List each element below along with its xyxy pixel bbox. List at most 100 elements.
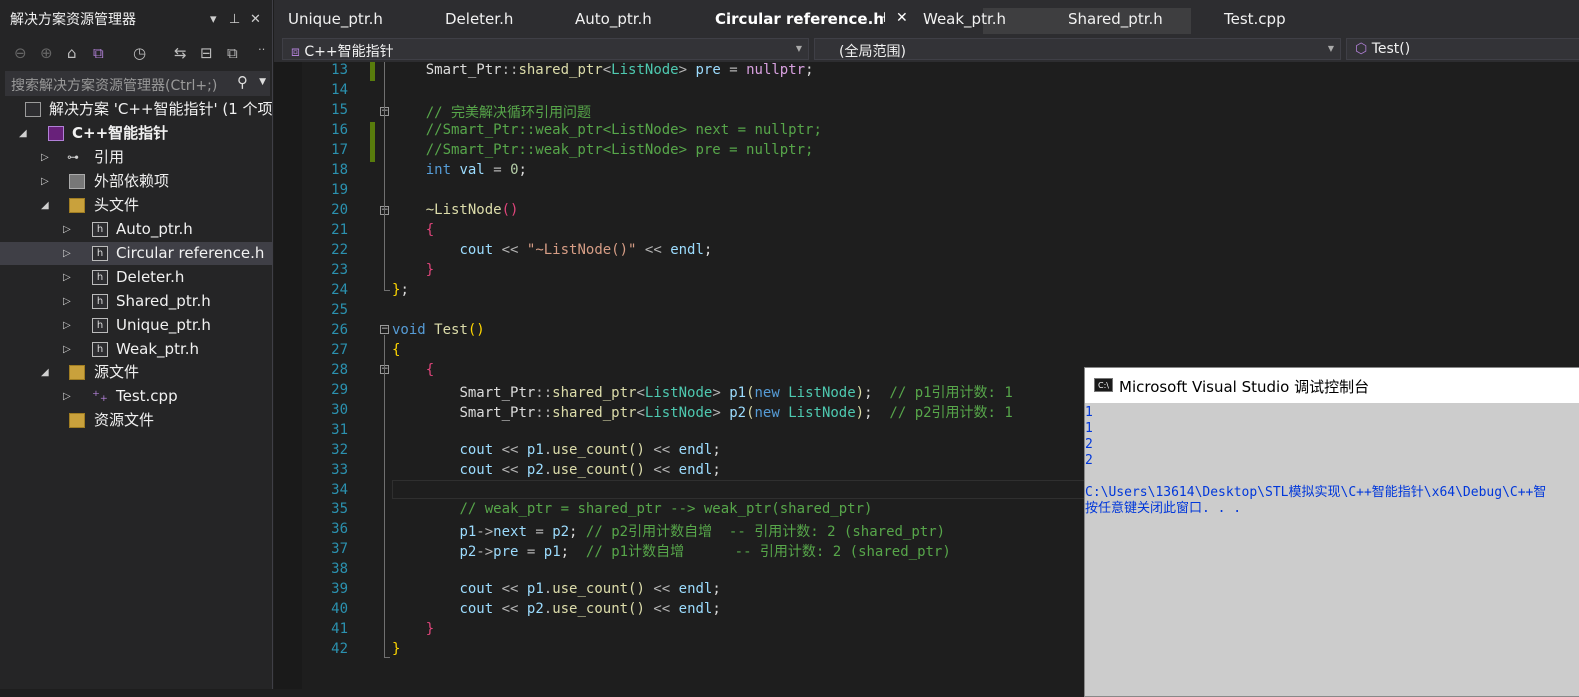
change-indicator (370, 62, 375, 81)
collapsed-arrow-icon[interactable]: ▷ (41, 146, 49, 169)
expanded-arrow-icon[interactable]: ◢ (19, 122, 27, 145)
tab-circular-reference[interactable]: Circular reference.h (715, 10, 884, 28)
show-all-files-icon[interactable]: ⧉ (227, 44, 238, 62)
console-output: 1122 C:\Users\13614\Desktop\STL模拟实现\C++智… (1085, 403, 1579, 517)
tree-sources-folder[interactable]: ◢ 源文件 (0, 361, 272, 384)
file-label: Deleter.h (116, 268, 185, 286)
pending-changes-icon[interactable]: ◷ (133, 44, 146, 62)
collapsed-arrow-icon[interactable]: ▷ (63, 314, 71, 337)
code-line-36: p1->next = p2; // p2引用计数自增 -- 引用计数: 2 (s… (459, 524, 946, 540)
collapsed-arrow-icon[interactable]: ▷ (41, 170, 49, 193)
project-icon (48, 126, 64, 141)
close-tab-icon[interactable]: ✕ (896, 10, 908, 26)
line-number: 19 (331, 182, 348, 198)
tree-solution[interactable]: 解决方案 'C++智能指针' (1 个项目 (0, 98, 288, 121)
project-dropdown[interactable]: ⧈ C++智能指针 ▼ (282, 38, 809, 60)
expanded-arrow-icon[interactable]: ◢ (41, 194, 49, 217)
line-number: 37 (331, 541, 348, 557)
tab-weak-ptr[interactable]: Weak_ptr.h (923, 10, 1006, 28)
tab-deleter[interactable]: Deleter.h (445, 10, 513, 28)
line-number: 21 (331, 222, 348, 238)
line-number: 41 (331, 621, 348, 637)
member-dropdown[interactable]: ⬡ Test() (1346, 38, 1579, 60)
console-line: 1 (1085, 421, 1093, 436)
solution-explorer-toolbar: ⊖ ⊕ ⌂ ⧉ ◷ ⇆ ⊟ ⧉ ‥ (0, 40, 272, 68)
code-line-28: { (425, 362, 435, 378)
tab-test-cpp[interactable]: Test.cpp (1224, 10, 1286, 28)
header-file-icon: h (92, 294, 108, 309)
back-icon[interactable]: ⊖ (14, 44, 27, 62)
code-line-41: } (425, 621, 435, 637)
tree-file-item[interactable]: ▷ ⁺₊ Test.cpp (0, 385, 272, 408)
references-icon: ⊶ (67, 150, 79, 164)
switch-views-icon[interactable]: ⧉ (93, 44, 104, 62)
tree-file-item[interactable]: ▷ h Shared_ptr.h (0, 290, 272, 313)
file-label: Circular reference.h (116, 244, 265, 262)
file-label: Test.cpp (116, 387, 178, 405)
collapse-all-icon[interactable]: ⊟ (200, 44, 213, 62)
header-file-icon: h (92, 342, 108, 357)
solution-icon (25, 102, 41, 117)
solution-explorer-header: 解决方案资源管理器 ▾ ⊥ ✕ (0, 0, 272, 40)
code-line-29: Smart_Ptr::shared_ptr<ListNode> p1(new L… (459, 385, 1013, 401)
pin-tab-icon[interactable]: ⊣ (874, 10, 886, 26)
solution-label: 解决方案 'C++智能指针' (1 个项目 (49, 100, 288, 118)
tree-file-item[interactable]: ▷ h Auto_ptr.h (0, 218, 272, 241)
tree-file-item[interactable]: ▷ h Weak_ptr.h (0, 338, 272, 361)
document-tabs: Unique_ptr.h Deleter.h Auto_ptr.h Circul… (274, 0, 1579, 38)
solution-search-box[interactable]: 搜索解决方案资源管理器(Ctrl+;) ⚲ ▼ (5, 71, 270, 96)
tree-file-item[interactable]: ▷ h Deleter.h (0, 266, 272, 289)
references-label: 引用 (94, 148, 125, 166)
more-icon[interactable]: ‥ (258, 40, 265, 53)
collapsed-arrow-icon[interactable]: ▷ (63, 338, 71, 361)
scope-dropdown[interactable]: (全局范围) ▼ (814, 38, 1341, 60)
tree-external-deps[interactable]: ▷ 外部依赖项 (0, 170, 272, 193)
debug-console-window[interactable]: C:\ Microsoft Visual Studio 调试控制台 1122 C… (1084, 367, 1579, 697)
code-line-26: void Test() (392, 322, 485, 338)
code-line-37: p2->pre = p1; // p1计数自增 -- 引用计数: 2 (shar… (459, 544, 951, 560)
comment-30: // p2引用计数: 1 (889, 405, 1013, 421)
tree-file-item[interactable]: ▷ h Unique_ptr.h (0, 314, 272, 337)
line-number: 36 (331, 521, 348, 537)
code-line-32: cout << p1.use_count() << endl; (459, 442, 721, 458)
tab-auto-ptr[interactable]: Auto_ptr.h (575, 10, 652, 28)
comment-35: // weak_ptr = shared_ptr --> weak_ptr(sh… (459, 501, 873, 517)
header-file-icon: h (92, 246, 108, 261)
fold-toggle-icon[interactable]: − (380, 325, 389, 334)
collapsed-arrow-icon[interactable]: ▷ (63, 290, 71, 313)
tree-project[interactable]: ◢ C++智能指针 (0, 122, 272, 145)
forward-icon[interactable]: ⊕ (40, 44, 53, 62)
console-title-bar[interactable]: C:\ Microsoft Visual Studio 调试控制台 (1085, 368, 1579, 403)
pin-icon[interactable]: ⊥ (229, 0, 240, 40)
collapsed-arrow-icon[interactable]: ▷ (63, 242, 71, 265)
code-line-23: } (425, 262, 435, 278)
collapsed-arrow-icon[interactable]: ▷ (63, 218, 71, 241)
dropdown-icon[interactable]: ▾ (210, 0, 217, 40)
search-options-icon[interactable]: ▼ (259, 77, 266, 87)
code-line-17: //Smart_Ptr::weak_ptr<ListNode> pre = nu… (392, 142, 814, 158)
expanded-arrow-icon[interactable]: ◢ (41, 361, 49, 384)
sync-icon[interactable]: ⇆ (174, 44, 187, 62)
tree-file-item-selected[interactable]: ▷ h Circular reference.h (0, 242, 272, 265)
search-icon[interactable]: ⚲ (237, 73, 248, 91)
collapsed-arrow-icon[interactable]: ▷ (63, 385, 71, 408)
current-line-highlight (392, 480, 1092, 499)
file-label: Shared_ptr.h (116, 292, 211, 310)
collapsed-arrow-icon[interactable]: ▷ (63, 266, 71, 289)
tree-references[interactable]: ▷ ⊶ 引用 (0, 146, 272, 169)
line-number: 23 (331, 262, 348, 278)
console-title: Microsoft Visual Studio 调试控制台 (1119, 378, 1370, 396)
project-dropdown-label: ⧈ C++智能指针 (291, 41, 394, 61)
tree-headers-folder[interactable]: ◢ 头文件 (0, 194, 272, 217)
code-line-13: Smart_Ptr::shared_ptr<ListNode> pre = nu… (425, 62, 814, 78)
line-number: 31 (331, 422, 348, 438)
tree-resources-folder[interactable]: 资源文件 (0, 409, 272, 432)
close-icon[interactable]: ✕ (250, 0, 261, 40)
project-dropdown-text: C++智能指针 (304, 44, 394, 60)
tab-unique-ptr[interactable]: Unique_ptr.h (288, 10, 383, 28)
home-icon[interactable]: ⌂ (67, 44, 77, 62)
line-number: 16 (331, 122, 348, 138)
tab-shared-ptr[interactable]: Shared_ptr.h (1068, 10, 1163, 28)
code-line-30: Smart_Ptr::shared_ptr<ListNode> p2(new L… (459, 405, 1013, 421)
project-label: C++智能指针 (72, 124, 169, 142)
